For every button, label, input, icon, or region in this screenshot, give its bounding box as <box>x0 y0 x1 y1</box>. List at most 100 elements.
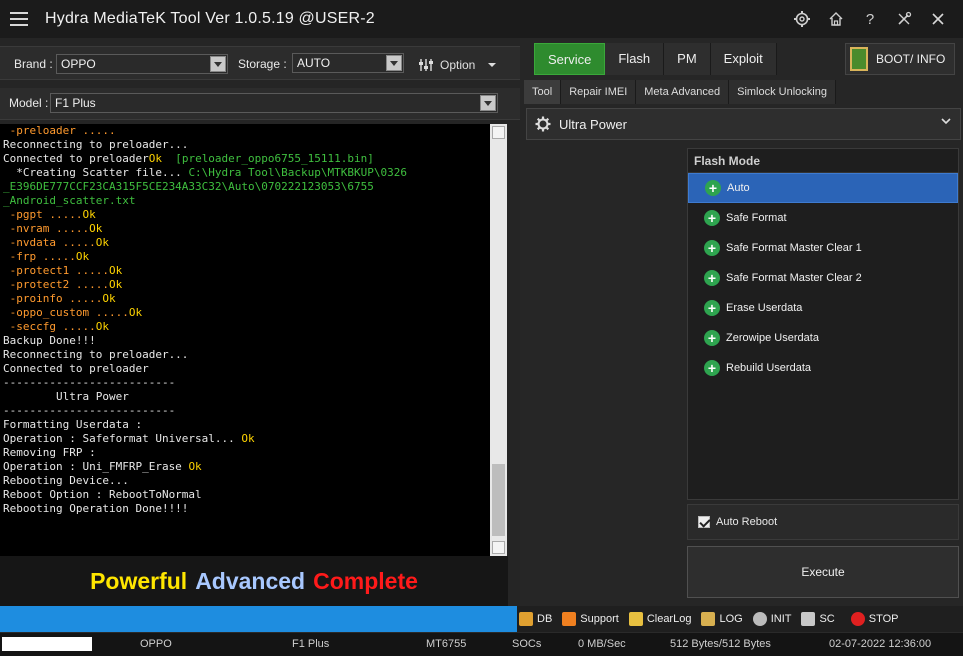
log-line: -oppo_custom .....Ok <box>3 306 490 320</box>
log-segment: Operation : Safeformat Universal... <box>3 432 242 445</box>
status-indicator <box>2 637 92 651</box>
tab-flash[interactable]: Flash <box>605 43 665 75</box>
log-label: LOG <box>719 613 743 625</box>
support-icon <box>562 612 577 626</box>
log-segment: Ok <box>188 460 202 473</box>
tab-pm[interactable]: PM <box>664 43 711 75</box>
model-select[interactable]: F1 Plus <box>50 93 498 113</box>
flash-item-rebuild-userdata[interactable]: + Rebuild Userdata <box>688 353 958 383</box>
home-icon[interactable] <box>819 0 853 38</box>
brand-select[interactable]: OPPO <box>56 54 228 74</box>
support-label: Support <box>580 613 619 625</box>
option-button[interactable]: Option <box>418 56 497 74</box>
chevron-down-icon[interactable] <box>480 95 496 111</box>
log-line: -seccfg .....Ok <box>3 320 490 334</box>
db-button[interactable]: DB <box>519 612 552 626</box>
right-panel: Service Flash PM Exploit BOOT/ INFO Tool… <box>520 38 963 606</box>
mode-selector[interactable]: Ultra Power <box>526 108 961 140</box>
scroll-down-arrow-icon[interactable] <box>492 541 505 554</box>
tab-service[interactable]: Service <box>534 43 606 75</box>
toolbar-buttons: DB Support ClearLog LOG INIT SC STOP <box>519 606 909 632</box>
log-segment: Ok <box>128 306 143 319</box>
window-controls: ? <box>785 0 955 38</box>
log-segment: C:\Hydra Tool\Backup\MTKBKUP\0326 <box>188 166 407 179</box>
log-line: -nvram .....Ok <box>3 222 490 236</box>
settings-icon[interactable] <box>785 0 819 38</box>
log-segment: Ok <box>95 236 109 249</box>
log-segment: -proinfo ..... <box>3 292 103 305</box>
flash-mode-title: Flash Mode <box>688 149 958 173</box>
log-console[interactable]: -preloader ..... Reconnecting to preloade… <box>0 124 490 556</box>
menu-icon[interactable] <box>10 12 28 26</box>
flash-item-erase-userdata[interactable]: + Erase Userdata <box>688 293 958 323</box>
plus-icon: + <box>704 300 720 316</box>
flash-item-auto[interactable]: + Auto <box>688 173 958 203</box>
log-button[interactable]: LOG <box>701 612 743 626</box>
log-segment: -------------------------- <box>3 376 176 389</box>
log-segment: Ok <box>102 292 116 305</box>
log-segment: Ok <box>89 222 103 235</box>
log-line: -preloader ..... <box>3 124 490 138</box>
flash-item-label: Erase Userdata <box>726 302 803 314</box>
help-icon[interactable]: ? <box>853 0 887 38</box>
tools-icon[interactable] <box>887 0 921 38</box>
tab-meta-advanced[interactable]: Meta Advanced <box>636 80 730 104</box>
checkbox-checked-icon[interactable] <box>698 516 710 528</box>
chevron-down-icon[interactable] <box>386 55 402 71</box>
execute-button[interactable]: Execute <box>687 546 959 598</box>
log-line: Operation : Safeformat Universal... Ok <box>3 432 490 446</box>
slogan-banner: Powerful Advanced Complete <box>0 556 508 606</box>
scroll-thumb[interactable] <box>492 464 505 536</box>
flash-item-safe-format-master-clear-1[interactable]: + Safe Format Master Clear 1 <box>688 233 958 263</box>
camera-icon <box>801 612 816 626</box>
log-icon <box>701 612 716 626</box>
plus-icon: + <box>704 330 720 346</box>
flash-item-safe-format-master-clear-2[interactable]: + Safe Format Master Clear 2 <box>688 263 958 293</box>
stop-button[interactable]: STOP <box>845 612 899 626</box>
tab-exploit[interactable]: Exploit <box>710 43 777 75</box>
log-segment: Ok <box>108 278 123 291</box>
log-line: Reboot Option : RebootToNormal <box>3 488 490 502</box>
clearlog-button[interactable]: ClearLog <box>628 612 691 626</box>
support-button[interactable]: Support <box>562 612 619 626</box>
auto-reboot-checkbox[interactable]: Auto Reboot <box>687 504 959 540</box>
tab-repair-imei[interactable]: Repair IMEI <box>561 80 637 104</box>
log-segment: _E396DE777CCF23CA315F5CE234A33C32\Auto\0… <box>3 180 374 193</box>
tab-tool[interactable]: Tool <box>524 80 562 104</box>
flash-item-label: Auto <box>727 182 750 194</box>
init-button[interactable]: INIT <box>752 612 791 626</box>
tab-simlock-unlocking[interactable]: Simlock Unlocking <box>729 80 836 104</box>
stop-icon <box>850 612 865 626</box>
log-segment: -nvdata ..... <box>3 236 96 249</box>
status-bytes: 512 Bytes/512 Bytes <box>670 638 771 650</box>
log-scrollbar[interactable] <box>490 124 507 556</box>
left-panel: Brand : OPPO Storage : AUTO Option Model… <box>0 38 520 606</box>
log-segment: Operation : Uni_FMFRP_Erase <box>3 460 189 473</box>
log-line: _E396DE777CCF23CA315F5CE234A33C32\Auto\0… <box>3 180 490 194</box>
boot-info-button[interactable]: BOOT/ INFO <box>845 43 955 75</box>
close-icon[interactable] <box>921 0 955 38</box>
broom-icon <box>628 612 643 626</box>
scroll-up-arrow-icon[interactable] <box>492 126 505 139</box>
plus-icon: + <box>704 270 720 286</box>
log-segment: _Android_scatter.txt <box>3 194 136 207</box>
slogan-complete: Complete <box>313 567 418 594</box>
storage-select[interactable]: AUTO <box>292 53 404 73</box>
flash-item-label: Safe Format <box>726 212 787 224</box>
storage-value: AUTO <box>297 56 331 70</box>
slogan-advanced: Advanced <box>195 567 306 594</box>
log-segment: Removing FRP : <box>3 446 96 459</box>
chevron-down-icon[interactable] <box>940 115 952 130</box>
model-label: Model : <box>9 96 49 110</box>
log-segment: -frp ..... <box>3 250 76 263</box>
log-segment: -pgpt ..... <box>3 208 83 221</box>
chevron-down-icon[interactable] <box>210 56 226 72</box>
flash-item-zerowipe-userdata[interactable]: + Zerowipe Userdata <box>688 323 958 353</box>
db-label: DB <box>537 613 553 625</box>
flash-item-safe-format[interactable]: + Safe Format <box>688 203 958 233</box>
sc-button[interactable]: SC <box>801 612 835 626</box>
log-line: -proinfo .....Ok <box>3 292 490 306</box>
status-chip: MT6755 <box>426 638 467 650</box>
log-line: _Android_scatter.txt <box>3 194 490 208</box>
flash-item-label: Rebuild Userdata <box>726 362 811 374</box>
